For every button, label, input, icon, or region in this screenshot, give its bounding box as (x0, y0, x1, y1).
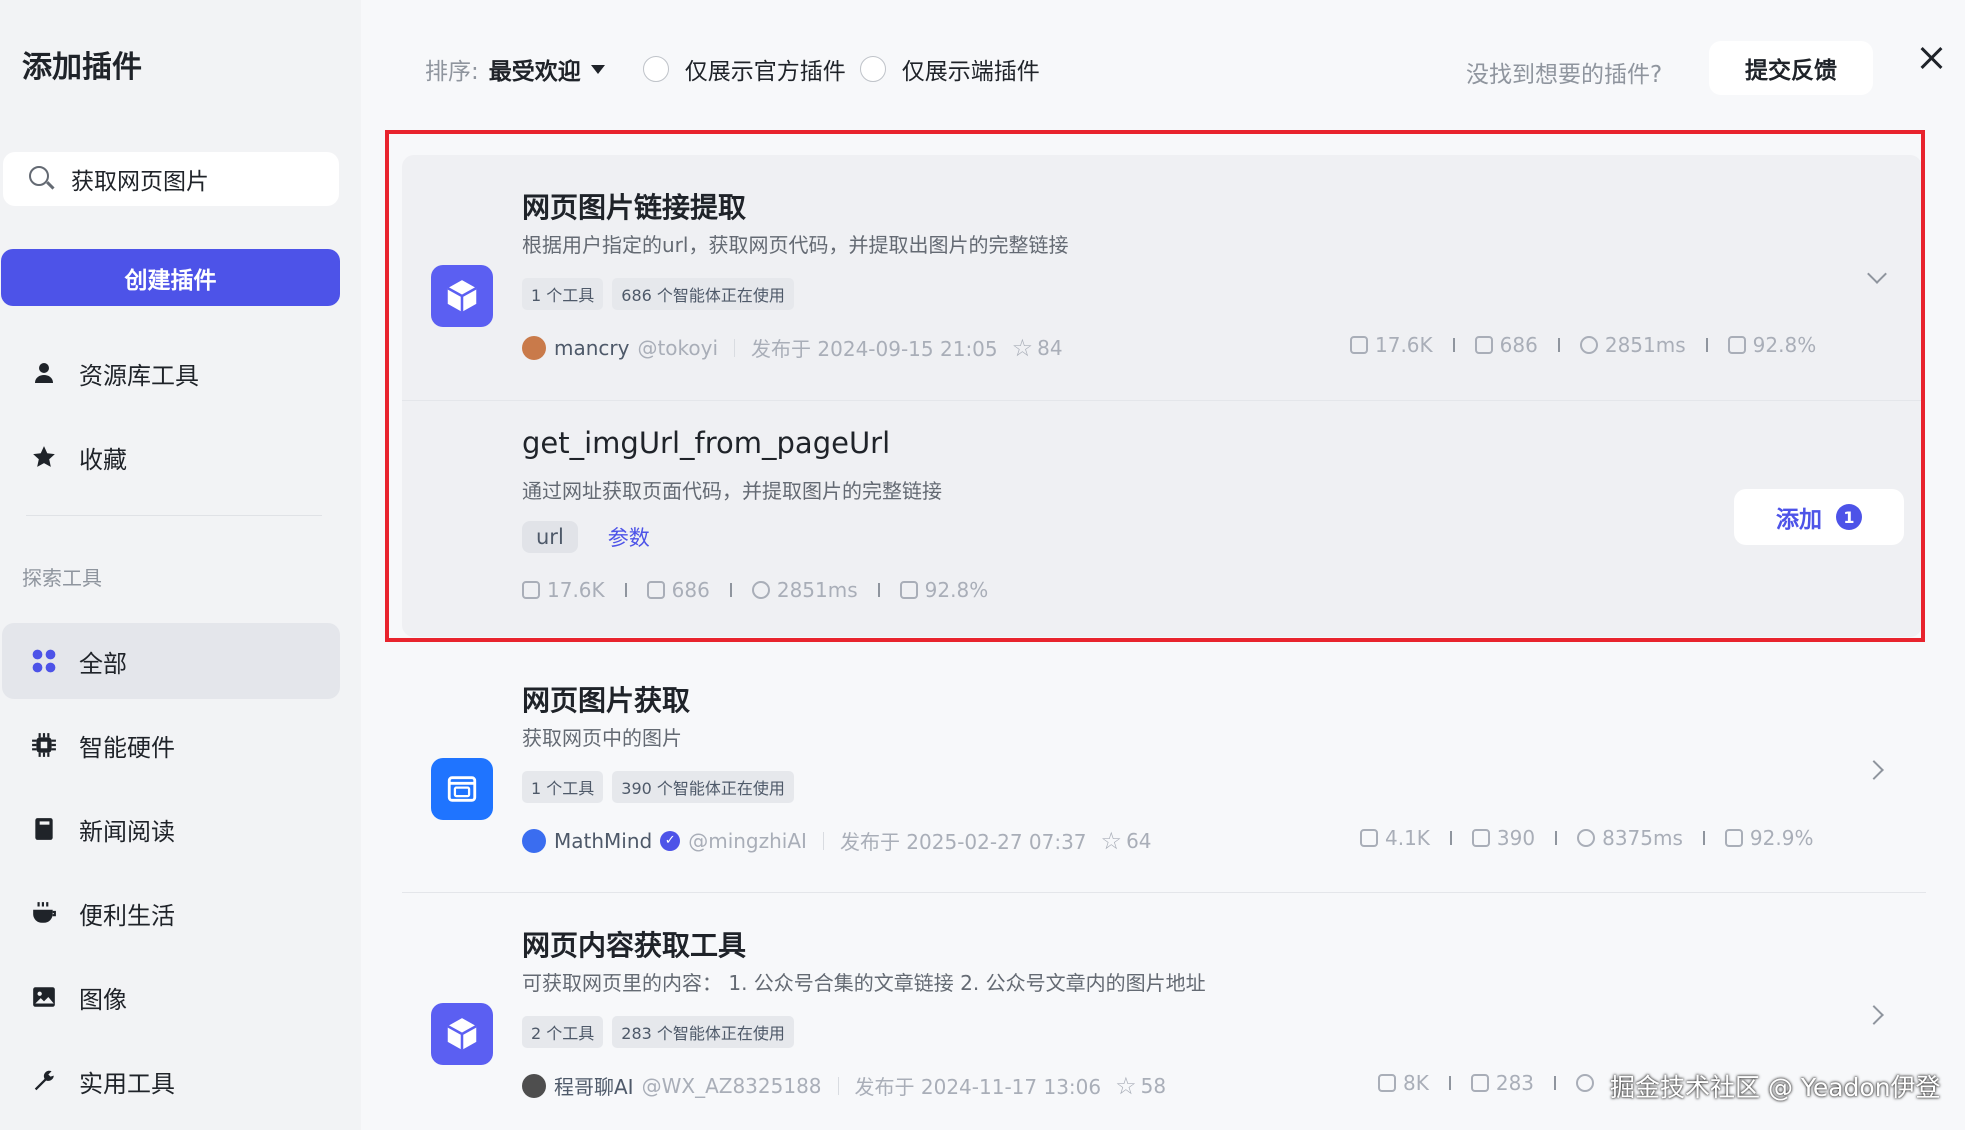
plugin-title[interactable]: 网页内容获取工具 (522, 924, 746, 964)
calls-count: 8K (1403, 1071, 1429, 1095)
sidebar-item-label: 收藏 (79, 445, 127, 474)
chevron-right-icon[interactable] (1864, 1005, 1884, 1025)
plugin-desc: 可获取网页里的内容： 1. 公众号合集的文章链接 2. 公众号文章内的图片地址 (522, 971, 1206, 995)
avatar (522, 828, 546, 853)
sidebar-item-label: 图像 (79, 985, 127, 1014)
sidebar-item-news[interactable]: 新闻阅读 (2, 791, 340, 867)
latency: 8375ms (1602, 826, 1683, 850)
sidebar-item-all[interactable]: 全部 (2, 623, 340, 699)
highlight-frame (385, 130, 1925, 642)
author-name[interactable]: 程哥聊AI (554, 1071, 634, 1100)
sort-dropdown[interactable]: 最受欢迎 (489, 52, 581, 86)
panel-title: 添加插件 (22, 50, 142, 85)
sidebar-item-image[interactable]: 图像 (2, 959, 340, 1035)
plugin-title[interactable]: 网页图片获取 (522, 679, 690, 719)
author-handle: @mingzhiAI (688, 828, 807, 853)
official-only-label[interactable]: 仅展示官方插件 (685, 52, 846, 86)
star-count: 58 (1140, 1073, 1167, 1098)
sidebar-item-label: 新闻阅读 (79, 817, 175, 846)
clock-icon (1577, 829, 1596, 847)
section-label: 探索工具 (22, 566, 102, 590)
plugin-meta: 程哥聊AI @WX_AZ8325188 发布于 2024-11-17 13:06… (522, 1071, 1166, 1100)
sidebar-item-label: 便利生活 (79, 901, 175, 930)
star-outline-icon: ☆ (1115, 1071, 1137, 1100)
bot-icon (1471, 829, 1490, 847)
meta-divider (822, 831, 824, 850)
create-plugin-button[interactable]: 创建插件 (1, 249, 340, 306)
sidebar-item-utilities[interactable]: 实用工具 (2, 1043, 340, 1119)
plugin-stats: 8K 283 (1378, 1071, 1601, 1095)
plugin-meta: MathMind ✓ @mingzhiAI 发布于 2025-02-27 07:… (522, 826, 1152, 855)
plugin-stats: 4.1K 390 8375ms 92.9% (1360, 826, 1813, 850)
plugin-webpage-icon (431, 758, 493, 820)
tool-count-tag: 2 个工具 (522, 1016, 604, 1048)
sidebar-item-favorites[interactable]: 收藏 (2, 419, 340, 495)
sort-label: 排序: (425, 59, 479, 85)
usage-count-tag: 390 个智能体正在使用 (612, 771, 794, 803)
plugin-desc: 获取网页中的图片 (522, 726, 682, 750)
sidebar: 添加插件 获取网页图片 创建插件 资源库工具 收藏 探索工具 全部 智能硬件 新… (0, 0, 361, 1130)
not-found-hint: 没找到想要的插件? (1466, 62, 1663, 88)
book-icon (29, 814, 59, 844)
clock-icon (1576, 1074, 1595, 1092)
bots-count: 390 (1496, 826, 1536, 850)
sidebar-item-library-tools[interactable]: 资源库工具 (2, 335, 340, 411)
row-divider (402, 892, 1926, 893)
chevron-right-icon[interactable] (1864, 760, 1884, 780)
bot-icon (1470, 1074, 1489, 1092)
author-handle: @WX_AZ8325188 (641, 1073, 822, 1098)
publish-time: 发布于 2024-11-17 13:06 (854, 1075, 1102, 1099)
sidebar-item-label: 全部 (79, 649, 127, 678)
endside-only-radio[interactable] (859, 56, 886, 82)
user-icon (29, 358, 59, 388)
sidebar-item-label: 实用工具 (79, 1069, 175, 1098)
plugin-tags: 2 个工具 283 个智能体正在使用 (522, 1016, 803, 1048)
bots-count: 283 (1495, 1071, 1535, 1095)
plugin-cube-icon (431, 1003, 493, 1065)
calls-count: 4.1K (1385, 826, 1430, 850)
sidebar-divider (26, 515, 322, 516)
author-name[interactable]: MathMind (554, 829, 652, 853)
star-icon (29, 442, 59, 472)
search-input[interactable]: 获取网页图片 (3, 152, 339, 206)
caret-down-icon[interactable] (590, 64, 605, 74)
cup-icon (29, 898, 59, 928)
plugin-tags: 1 个工具 390 个智能体正在使用 (522, 771, 803, 803)
success-rate: 92.9% (1749, 826, 1814, 850)
publish-time: 发布于 2025-02-27 07:37 (839, 830, 1087, 854)
image-icon (29, 982, 59, 1012)
star-count: 64 (1126, 828, 1152, 853)
usage-count-tag: 283 个智能体正在使用 (612, 1016, 794, 1048)
tool-count-tag: 1 个工具 (522, 771, 604, 803)
sidebar-item-life[interactable]: 便利生活 (2, 875, 340, 951)
calls-icon (1360, 829, 1378, 847)
search-icon (29, 166, 55, 192)
star-outline-icon: ☆ (1100, 826, 1123, 855)
success-rate-icon (1724, 829, 1743, 847)
sidebar-item-label: 智能硬件 (79, 733, 175, 762)
endside-only-label[interactable]: 仅展示端插件 (902, 52, 1040, 86)
watermark: 掘金技术社区 @ Yeadon伊登 (1610, 1073, 1941, 1102)
search-input-value[interactable]: 获取网页图片 (71, 162, 209, 196)
verified-icon: ✓ (660, 830, 681, 851)
chip-icon (29, 730, 59, 760)
calls-icon (1378, 1074, 1396, 1092)
submit-feedback-button[interactable]: 提交反馈 (1709, 41, 1873, 95)
meta-divider (837, 1076, 839, 1095)
sidebar-item-label: 资源库工具 (79, 361, 199, 390)
sidebar-item-smart-hardware[interactable]: 智能硬件 (2, 707, 340, 783)
close-icon[interactable] (1916, 44, 1946, 74)
official-only-radio[interactable] (642, 56, 669, 82)
filter-bar: 排序: 最受欢迎 仅展示官方插件 仅展示端插件 (425, 52, 1040, 86)
wrench-icon (29, 1066, 59, 1096)
grid-icon (29, 646, 59, 676)
avatar (522, 1073, 546, 1098)
